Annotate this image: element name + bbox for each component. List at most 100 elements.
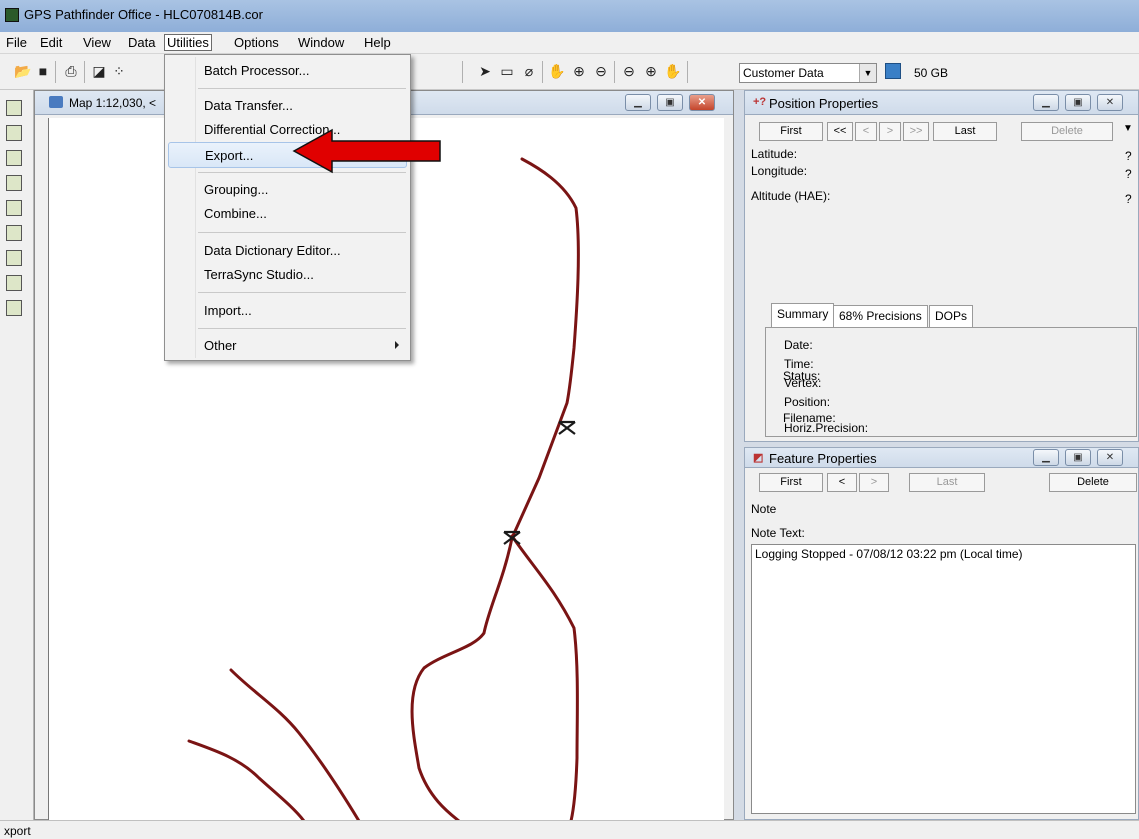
delete-button[interactable]: Delete: [1021, 122, 1113, 141]
layer-combo[interactable]: Customer Data ▼: [739, 63, 877, 83]
next-button[interactable]: >: [859, 473, 889, 492]
menu-other-label: Other: [204, 338, 237, 353]
disk-icon[interactable]: [885, 63, 901, 79]
menu-import[interactable]: Import...: [168, 298, 407, 324]
tool-icon-7[interactable]: [6, 250, 22, 266]
menu-options[interactable]: Options: [232, 35, 281, 52]
next-next-button[interactable]: >>: [903, 122, 929, 141]
longitude-value: ?: [1125, 167, 1132, 181]
latitude-value: ?: [1125, 149, 1132, 163]
position-pin-icon: +?: [753, 96, 767, 108]
status-label: Status:: [783, 369, 821, 383]
menu-grouping[interactable]: Grouping...: [168, 177, 407, 203]
tool-icon-6[interactable]: [6, 225, 22, 241]
zoom-previous-icon[interactable]: ⊕: [642, 62, 660, 80]
tab-68-precisions[interactable]: 68% Precisions: [833, 305, 928, 327]
menu-other[interactable]: Other: [168, 333, 407, 359]
date-label: Date:: [784, 338, 813, 352]
track-line-west: [229, 668, 361, 823]
menu-batch-processor[interactable]: Batch Processor...: [168, 58, 407, 84]
delete-button[interactable]: Delete: [1049, 473, 1137, 492]
tool-icon-9[interactable]: [6, 300, 22, 316]
tool-icon-8[interactable]: [6, 275, 22, 291]
menu-view[interactable]: View: [81, 35, 113, 52]
pan-icon[interactable]: ✋: [664, 62, 682, 80]
close-button[interactable]: ✕: [689, 94, 715, 111]
title-bar: GPS Pathfinder Office - HLC070814B.cor: [0, 0, 1139, 32]
filename-label: Filename:: [783, 411, 836, 425]
app-icon: [5, 8, 19, 22]
feature-properties-panel: ◩ Feature Properties ▁ ▣ ✕ First < > Las…: [744, 447, 1139, 820]
close-button[interactable]: ✕: [1097, 94, 1123, 111]
last-button[interactable]: Last: [909, 473, 985, 492]
submenu-arrow-icon: [395, 341, 399, 349]
altitude-value: ?: [1125, 192, 1132, 206]
feature-name: Note: [751, 502, 777, 516]
latitude-label: Latitude:: [751, 147, 798, 161]
menu-window[interactable]: Window: [296, 35, 346, 52]
minimize-button[interactable]: ▁: [625, 94, 651, 111]
select-arrow-icon[interactable]: ➤: [476, 62, 494, 80]
red-arrow-annotation: [292, 128, 441, 174]
menu-terrasync-studio[interactable]: TerraSync Studio...: [168, 262, 407, 288]
minimize-button[interactable]: ▁: [1033, 449, 1059, 466]
menu-data[interactable]: Data: [126, 35, 157, 52]
menu-utilities[interactable]: Utilities: [164, 34, 212, 51]
position-label: Position:: [784, 395, 831, 409]
left-toolbar: [0, 90, 34, 820]
first-button[interactable]: First: [759, 122, 823, 141]
close-button[interactable]: ✕: [1097, 449, 1123, 466]
note-text-label: Note Text:: [751, 526, 805, 540]
map-window-title: Map 1:12,030, <: [69, 96, 157, 110]
chevron-down-icon[interactable]: ▼: [859, 64, 876, 82]
zoom-out-icon[interactable]: ⊖: [592, 62, 610, 80]
tab-dops[interactable]: DOPs: [929, 305, 974, 327]
minimize-button[interactable]: ▁: [1033, 94, 1059, 111]
save-icon[interactable]: ■: [34, 62, 52, 80]
note-text-field[interactable]: Logging Stopped - 07/08/12 03:22 pm (Loc…: [751, 544, 1136, 814]
menu-file[interactable]: File: [4, 35, 29, 52]
tool-icon-1[interactable]: [6, 100, 22, 116]
restore-button[interactable]: ▣: [657, 94, 683, 111]
measure-icon[interactable]: ▭: [498, 62, 516, 80]
menu-data-transfer[interactable]: Data Transfer...: [168, 93, 407, 119]
track-line-branch: [510, 534, 579, 823]
zoom-extents-icon[interactable]: ⊖: [620, 62, 638, 80]
feature-properties-title: Feature Properties: [769, 451, 877, 466]
pan-hand-icon[interactable]: ✋: [548, 62, 566, 80]
menu-bar: File Edit View Data Utilities Options Wi…: [0, 32, 1139, 54]
menu-help[interactable]: Help: [362, 35, 393, 52]
first-button[interactable]: First: [759, 473, 823, 492]
map-icon[interactable]: ◪: [90, 62, 108, 80]
tool-icon-5[interactable]: [6, 200, 22, 216]
layer-combo-value: Customer Data: [743, 66, 824, 80]
longitude-label: Longitude:: [751, 164, 808, 178]
track-line-southwest: [187, 739, 306, 823]
feature-properties-caption: ◩ Feature Properties ▁ ▣ ✕: [745, 448, 1138, 468]
menu-data-dictionary-editor[interactable]: Data Dictionary Editor...: [168, 238, 407, 264]
prev-prev-button[interactable]: <<: [827, 122, 853, 141]
tab-summary[interactable]: Summary: [771, 303, 835, 327]
tool-icon-4[interactable]: [6, 175, 22, 191]
disk-label: 50 GB: [914, 66, 949, 80]
last-button[interactable]: Last: [933, 122, 997, 141]
restore-button[interactable]: ▣: [1065, 94, 1091, 111]
utilities-menu: Batch Processor... Data Transfer... Diff…: [164, 54, 411, 361]
tool-icon-2[interactable]: [6, 125, 22, 141]
restore-button[interactable]: ▣: [1065, 449, 1091, 466]
tool-icon-3[interactable]: [6, 150, 22, 166]
feature-icon: ◩: [753, 452, 764, 464]
open-icon[interactable]: 📂: [14, 62, 32, 80]
eraser-icon[interactable]: ⌀: [520, 62, 538, 80]
chevron-down-icon[interactable]: ▼: [1123, 123, 1133, 134]
position-properties-title: Position Properties: [769, 96, 879, 111]
prev-button[interactable]: <: [827, 473, 857, 492]
prev-button[interactable]: <: [855, 122, 877, 141]
scatter-icon[interactable]: ⁘: [110, 62, 128, 80]
print-icon[interactable]: ⎙: [62, 62, 80, 80]
menu-edit[interactable]: Edit: [38, 35, 64, 52]
vertex-marker-1: [558, 420, 576, 435]
zoom-in-icon[interactable]: ⊕: [570, 62, 588, 80]
next-button[interactable]: >: [879, 122, 901, 141]
menu-combine[interactable]: Combine...: [168, 201, 407, 227]
